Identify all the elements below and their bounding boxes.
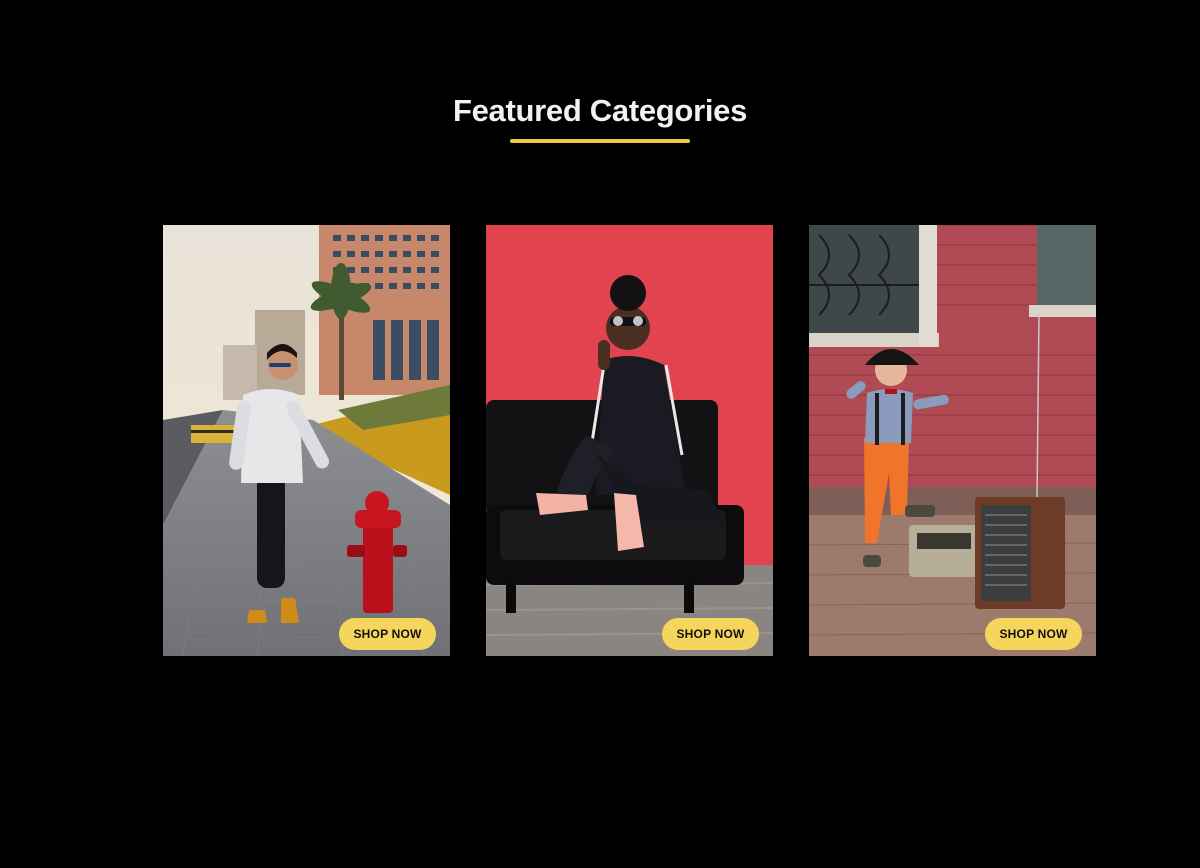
section-title: Featured Categories (452, 93, 748, 128)
category-image-woman-sofa (486, 225, 773, 656)
title-underline (510, 139, 690, 143)
shop-now-button-3[interactable]: SHOP NOW (985, 618, 1082, 650)
category-image-child-radio (809, 225, 1096, 656)
category-card-1[interactable]: SHOP NOW (163, 225, 450, 656)
featured-categories-header: Featured Categories (0, 88, 1200, 143)
shop-now-button-2[interactable]: SHOP NOW (662, 618, 759, 650)
category-card-3[interactable]: SHOP NOW (809, 225, 1096, 656)
category-card-2[interactable]: SHOP NOW (486, 225, 773, 656)
shop-now-button-1[interactable]: SHOP NOW (339, 618, 436, 650)
category-image-man-hydrant (163, 225, 450, 656)
